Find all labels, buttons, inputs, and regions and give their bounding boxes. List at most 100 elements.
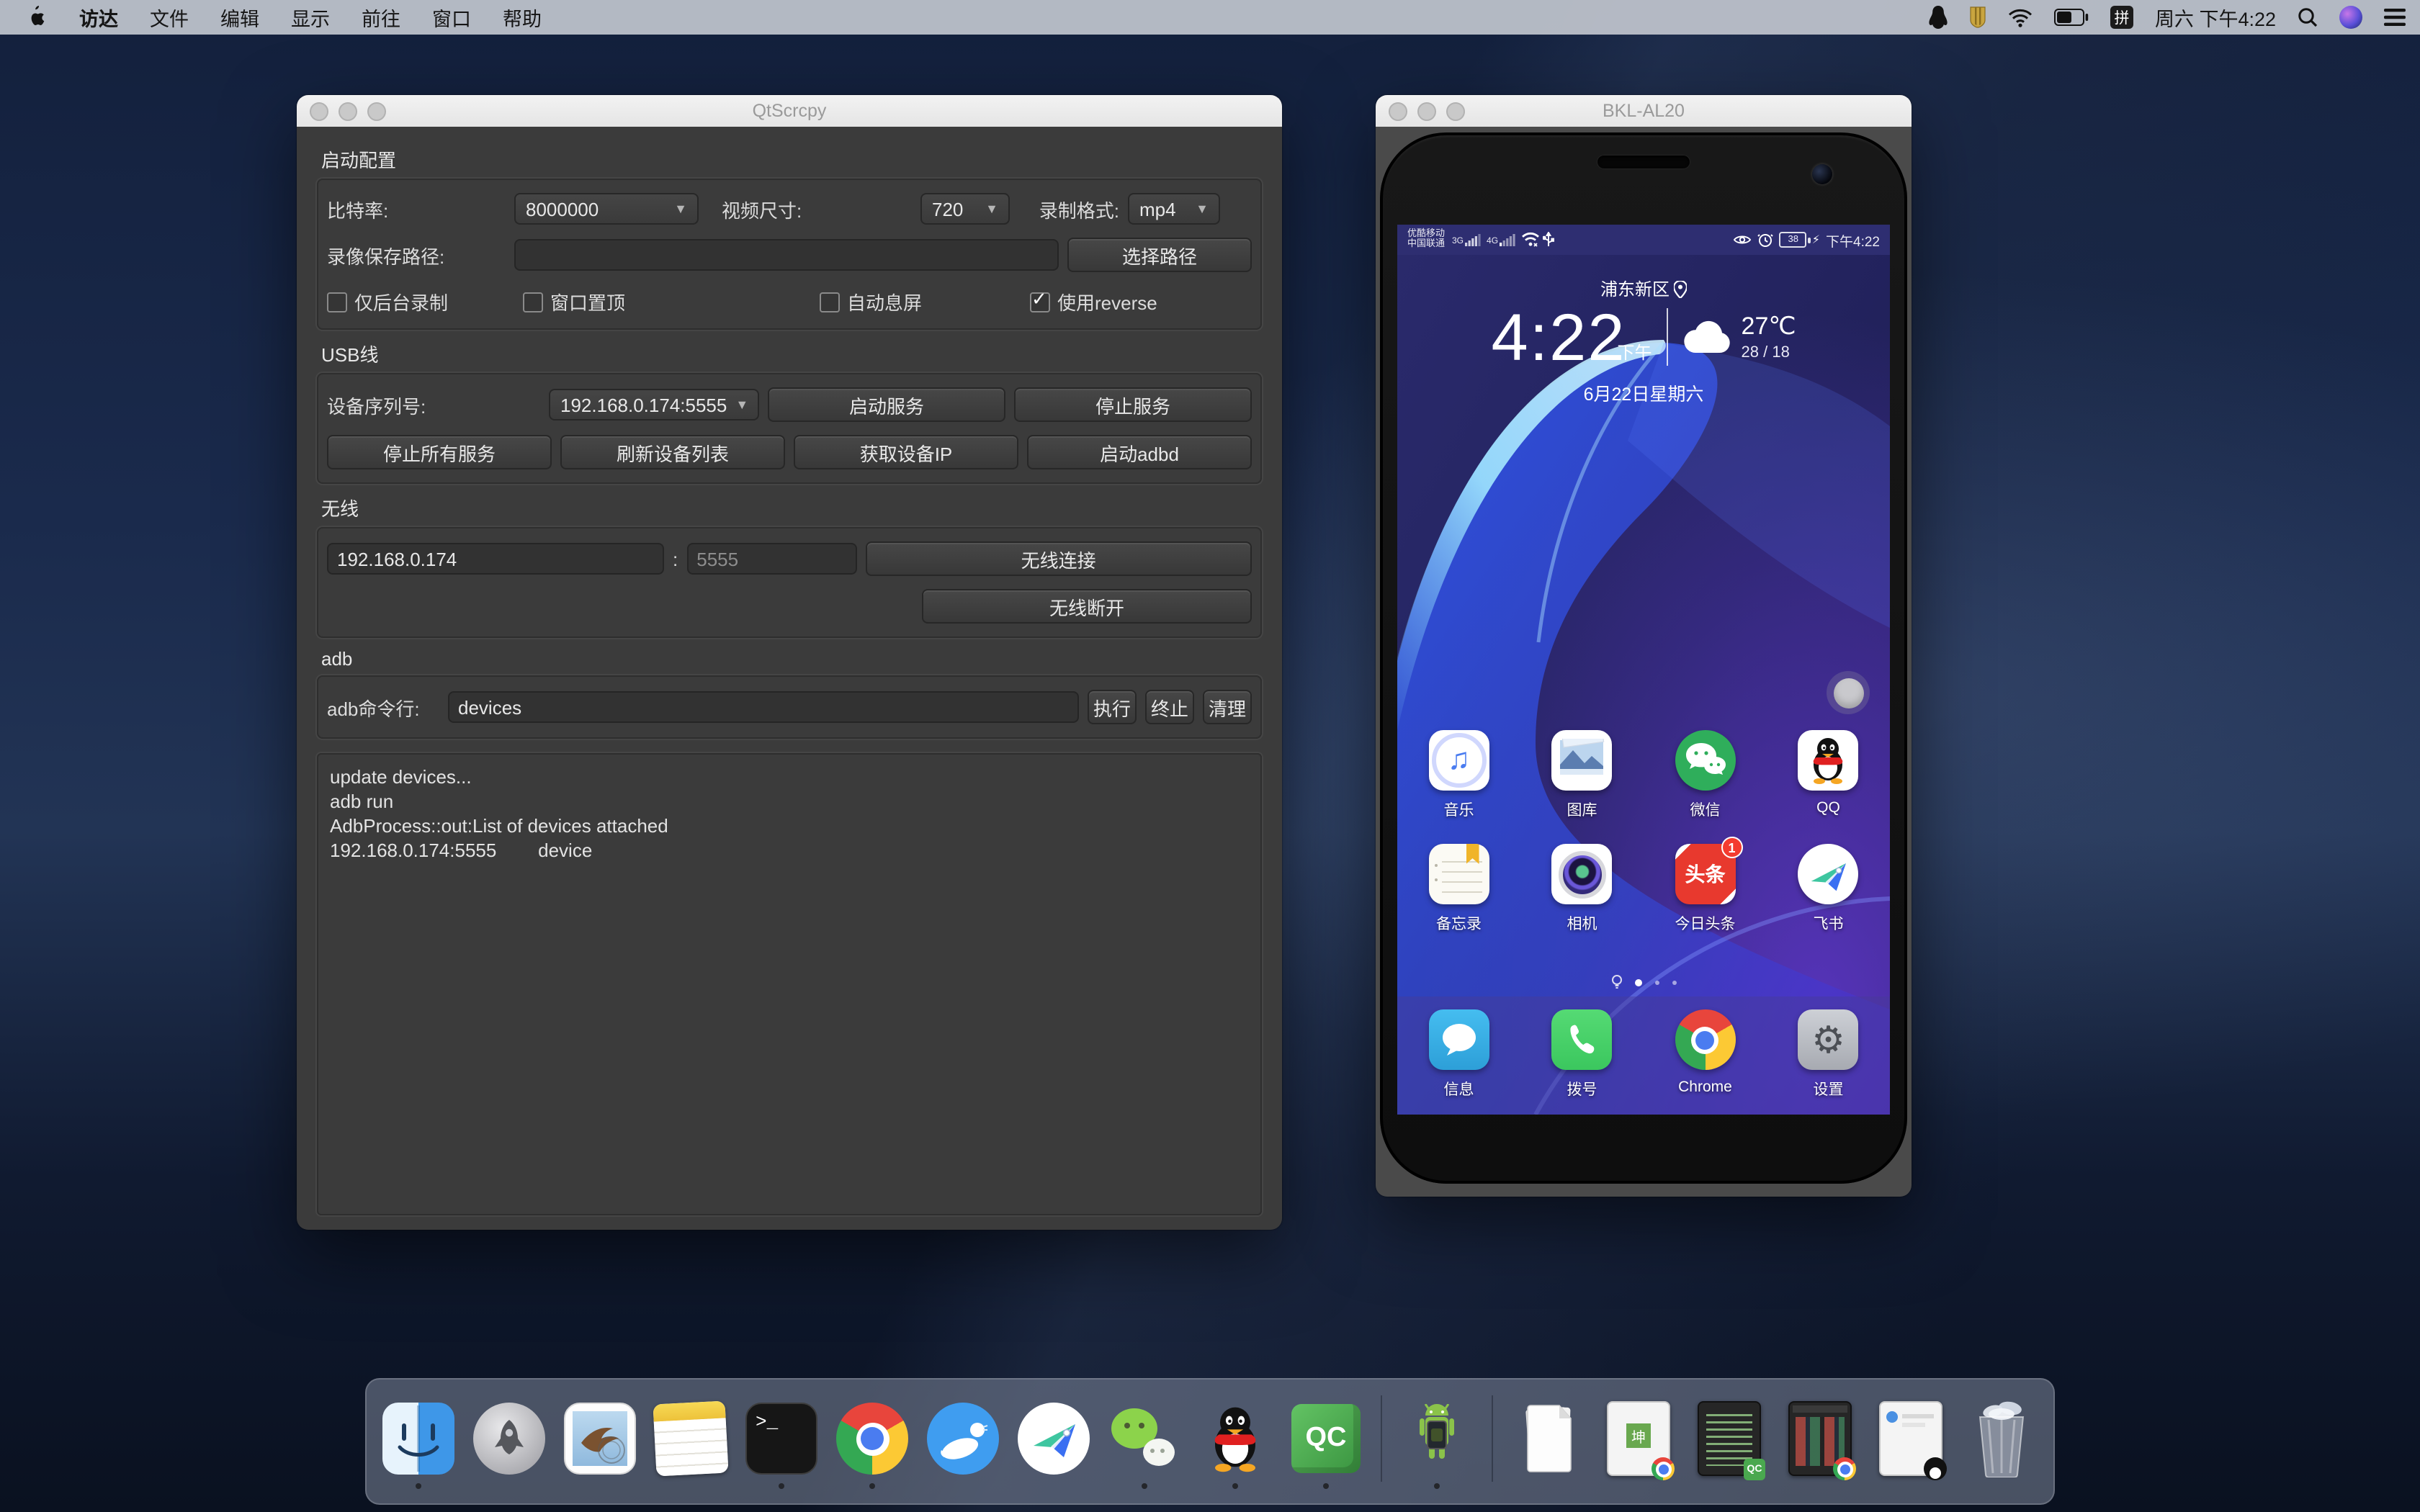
finder-icon [382, 1403, 454, 1475]
gallery-app-icon [1552, 730, 1613, 791]
background-record-checkbox[interactable]: 仅后台录制 [327, 288, 514, 315]
adb-kill-button[interactable]: 终止 [1145, 690, 1194, 724]
app-grid-row-1: ♫ 音乐 图库 微信 [1397, 730, 1890, 821]
trash-icon [1970, 1400, 2033, 1477]
wechat-eye [1160, 1449, 1165, 1453]
launchpad-icon [473, 1403, 545, 1475]
signal-bars-icon [1465, 233, 1481, 246]
screen-off-checkbox[interactable]: 自动息屏 [820, 288, 1021, 315]
dock-notes[interactable] [653, 1398, 728, 1479]
siri-icon[interactable] [2339, 6, 2362, 29]
adb-clear-button[interactable]: 清理 [1203, 690, 1252, 724]
dock-qtcreator[interactable]: QC [1289, 1398, 1363, 1479]
always-on-top-checkbox[interactable]: 窗口置顶 [523, 288, 811, 315]
shield-status-icon[interactable] [1969, 6, 1986, 29]
camera-lens [1559, 850, 1606, 898]
dock-separator [1492, 1395, 1493, 1482]
phone-speaker-grille [1597, 156, 1690, 168]
menu-finder[interactable]: 访达 [63, 3, 134, 32]
start-service-button[interactable]: 启动服务 [768, 387, 1005, 422]
dock-seal-app[interactable] [926, 1398, 1000, 1479]
start-adbd-button[interactable]: 启动adbd [1027, 435, 1252, 469]
choose-path-button[interactable]: 选择路径 [1067, 238, 1252, 272]
dock-lark[interactable] [1016, 1398, 1091, 1479]
qtscrcpy-titlebar[interactable]: QtScrcpy [297, 95, 1282, 127]
app-qq[interactable]: QQ [1767, 730, 1890, 821]
record-format-combobox[interactable]: mp4▼ [1128, 193, 1220, 225]
menu-bar-clock[interactable]: 周六 下午4:22 [2155, 3, 2276, 32]
feishu-app-icon [1798, 844, 1859, 904]
wireless-ip-input[interactable] [327, 543, 664, 575]
dock-minimized-window-1[interactable]: 坤 [1601, 1398, 1676, 1479]
spotlight-search-icon[interactable] [2298, 7, 2318, 27]
dock-finder[interactable] [381, 1398, 456, 1479]
app-label: Chrome [1678, 1079, 1732, 1096]
app-wechat[interactable]: 微信 [1644, 730, 1767, 821]
notes-dot [1435, 878, 1438, 881]
phone-titlebar[interactable]: BKL-AL20 [1376, 95, 1912, 127]
qtscrcpy-window: QtScrcpy 启动配置 比特率: 8000000▼ 视频尺寸: 720▼ 录… [297, 95, 1282, 1230]
wechat-icon [1108, 1403, 1180, 1475]
dock-wechat[interactable] [1107, 1398, 1182, 1479]
home-clock-widget[interactable]: 浦东新区 4:22 下午 27 [1397, 276, 1890, 406]
wireless-port-input[interactable] [686, 543, 856, 575]
dock-terminal[interactable]: >_ [744, 1398, 819, 1479]
menu-window[interactable]: 窗口 [416, 3, 487, 32]
notes-app-icon [1429, 844, 1489, 904]
assistive-touch-button[interactable] [1827, 671, 1870, 714]
dock-qq[interactable] [1198, 1398, 1273, 1479]
notification-center-icon[interactable] [2384, 9, 2406, 26]
bitrate-combobox[interactable]: 8000000▼ [514, 193, 699, 225]
apple-menu-icon[interactable] [14, 6, 63, 29]
refresh-devices-button[interactable]: 刷新设备列表 [560, 435, 785, 469]
app-settings[interactable]: ⚙ 设置 [1767, 1009, 1890, 1100]
video-size-combobox[interactable]: 720▼ [920, 193, 1010, 225]
adb-run-button[interactable]: 执行 [1088, 690, 1137, 724]
mail-eagle-icon [573, 1411, 630, 1469]
dock-minimized-window-2[interactable]: QC [1692, 1398, 1767, 1479]
input-method-icon[interactable]: 拼 [2110, 6, 2133, 29]
get-device-ip-button[interactable]: 获取设备IP [794, 435, 1018, 469]
dock-scrcpy-android[interactable] [1399, 1398, 1474, 1479]
chevron-down-icon: ▼ [666, 202, 687, 216]
record-path-input[interactable] [514, 239, 1059, 271]
device-serial-combobox[interactable]: 192.168.0.174:5555▼ [549, 389, 759, 420]
dock-launchpad[interactable] [472, 1398, 547, 1479]
stop-all-services-button[interactable]: 停止所有服务 [327, 435, 552, 469]
carrier-1: 优酷移动 [1407, 230, 1445, 240]
battery-status-icon[interactable] [2054, 9, 2089, 26]
app-notes[interactable]: 备忘录 [1398, 844, 1520, 935]
page-dot-active [1634, 978, 1641, 986]
phone-screen[interactable]: 优酷移动 中国联通 3G 4G [1397, 225, 1890, 1115]
wireless-disconnect-button[interactable]: 无线断开 [922, 589, 1252, 624]
app-feishu[interactable]: 飞书 [1767, 844, 1890, 935]
qq-app-icon [1798, 730, 1859, 791]
menu-go[interactable]: 前往 [346, 3, 416, 32]
app-messages[interactable]: 信息 [1398, 1009, 1520, 1100]
dock-minimized-window-3[interactable] [1783, 1398, 1857, 1479]
use-reverse-checkbox[interactable]: 使用reverse [1030, 288, 1157, 315]
dock-minimized-window-4[interactable] [1873, 1398, 1948, 1479]
dock-documents-stack[interactable] [1510, 1398, 1585, 1479]
menu-help[interactable]: 帮助 [487, 3, 557, 32]
adb-cmd-label: adb命令行: [327, 693, 439, 721]
menu-edit[interactable]: 编辑 [205, 3, 275, 32]
dock-mail[interactable] [563, 1398, 637, 1479]
stop-service-button[interactable]: 停止服务 [1014, 387, 1252, 422]
adb-cmd-input[interactable] [448, 691, 1079, 723]
app-music[interactable]: ♫ 音乐 [1398, 730, 1520, 821]
wifi-status-icon[interactable] [2008, 8, 2033, 27]
app-toutiao[interactable]: 头条 1 今日头条 [1644, 844, 1767, 935]
app-camera[interactable]: 相机 [1521, 844, 1644, 935]
app-chrome[interactable]: Chrome [1644, 1009, 1767, 1100]
menu-file[interactable]: 文件 [134, 3, 205, 32]
charging-bolt-icon: ⚡ [1812, 233, 1820, 246]
wireless-connect-button[interactable]: 无线连接 [865, 541, 1252, 576]
qq-status-icon[interactable] [1929, 6, 1948, 29]
menu-view[interactable]: 显示 [275, 3, 346, 32]
app-dialer[interactable]: 拨号 [1521, 1009, 1644, 1100]
window-title: BKL-AL20 [1376, 101, 1912, 121]
dock-trash[interactable] [1964, 1398, 2039, 1479]
dock-chrome[interactable] [835, 1398, 910, 1479]
app-gallery[interactable]: 图库 [1521, 730, 1644, 821]
